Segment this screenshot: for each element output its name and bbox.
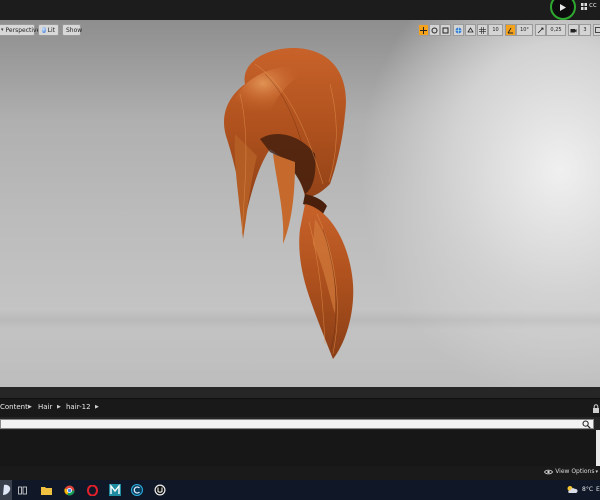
grid-icon [581, 3, 587, 10]
breadcrumb-separator-icon[interactable]: ▶ [95, 404, 99, 410]
rotation-snap-value[interactable]: 10° [516, 24, 533, 36]
show-button[interactable]: Show [62, 24, 83, 36]
camera-speed-text: 3 [583, 27, 587, 33]
unreal-engine-icon[interactable] [153, 483, 167, 497]
chevron-down-icon: ▾ [595, 468, 598, 475]
world-local-toggle[interactable] [453, 24, 464, 36]
breadcrumb-hair[interactable]: Hair [38, 403, 52, 411]
scale-snap-toggle[interactable] [535, 24, 546, 36]
scale-icon [442, 27, 449, 33]
rotate-icon [431, 27, 438, 33]
asset-search-input[interactable] [0, 419, 594, 429]
view-options-button[interactable]: View Options ▾ [544, 468, 598, 475]
scale-snap-value[interactable]: 0,25 [546, 24, 566, 36]
lock-icon[interactable] [592, 404, 600, 413]
translate-tool[interactable] [418, 24, 429, 36]
lit-label: Lit [47, 26, 55, 34]
details-panel-edge [596, 430, 600, 466]
hair-mesh-preview[interactable] [205, 44, 375, 364]
rotate-tool[interactable] [429, 24, 440, 36]
chevron-down-icon: ▾ [1, 27, 4, 33]
grid-snap-toggle[interactable] [477, 24, 488, 36]
chrome-icon[interactable] [62, 483, 76, 497]
play-icon [560, 4, 566, 11]
status-ring-button[interactable] [550, 0, 576, 20]
breadcrumb-separator-icon[interactable]: ▶ [57, 404, 61, 410]
show-label: Show [66, 26, 83, 34]
rotation-snap-text: 10° [520, 27, 529, 33]
panel-separator [0, 387, 600, 398]
content-browser-path-bar: Content ▶ Hair ▶ hair-12 ▶ [0, 398, 600, 417]
maya-icon[interactable] [108, 483, 122, 497]
angle-icon [507, 27, 513, 33]
breadcrumb-content[interactable]: Content [0, 403, 28, 411]
perspective-button[interactable]: ▾ Perspective [0, 24, 40, 36]
task-view-icon[interactable] [15, 483, 29, 497]
perspective-label: Perspective [5, 26, 41, 34]
eye-icon [544, 469, 554, 474]
grid-snap-value[interactable]: 10 [488, 24, 503, 36]
lit-sphere-icon [42, 27, 46, 33]
snap-icon [467, 26, 474, 32]
content-browser-search-row [0, 417, 600, 430]
rotation-snap-toggle[interactable] [505, 24, 516, 36]
scale-snap-icon [537, 27, 544, 33]
camera-speed-value[interactable]: 3 [579, 24, 591, 36]
scale-snap-text: 0,25 [550, 27, 562, 33]
lit-button[interactable]: Lit [38, 24, 59, 36]
globe-icon [455, 27, 462, 33]
start-icon[interactable] [0, 483, 14, 497]
opera-icon[interactable] [85, 483, 99, 497]
weather-temperature[interactable]: 8°C [582, 486, 593, 493]
editor-top-bar: cc [0, 0, 600, 20]
maximize-viewport-button[interactable] [593, 24, 600, 36]
move-icon [420, 26, 427, 34]
surface-snap-button[interactable] [465, 24, 476, 36]
grid-snap-icon [479, 26, 486, 34]
camera-icon [570, 28, 577, 32]
grid-snap-text: 10 [492, 27, 499, 33]
breadcrumb-hair-12[interactable]: hair-12 [66, 403, 91, 411]
unreal-editor-window: cc ▾ Perspective Lit Show 10 10° 0,25 3 … [0, 0, 600, 500]
view-options-label: View Options [555, 468, 595, 475]
top-bar-cut-text: cc [589, 1, 597, 9]
level-viewport[interactable]: ▾ Perspective Lit Show 10 10° 0,25 3 [0, 20, 600, 387]
scale-tool[interactable] [440, 24, 451, 36]
c-app-icon[interactable] [130, 483, 144, 497]
maximize-icon [595, 27, 600, 33]
tray-overflow-text[interactable]: E [596, 486, 600, 493]
breadcrumb-separator-icon[interactable]: ▶ [28, 404, 32, 410]
weather-icon[interactable] [566, 485, 578, 494]
file-explorer-icon[interactable] [39, 483, 53, 497]
asset-view-area[interactable]: View Options ▾ [0, 430, 600, 475]
camera-speed-button[interactable] [568, 24, 579, 36]
search-icon[interactable] [582, 420, 591, 429]
